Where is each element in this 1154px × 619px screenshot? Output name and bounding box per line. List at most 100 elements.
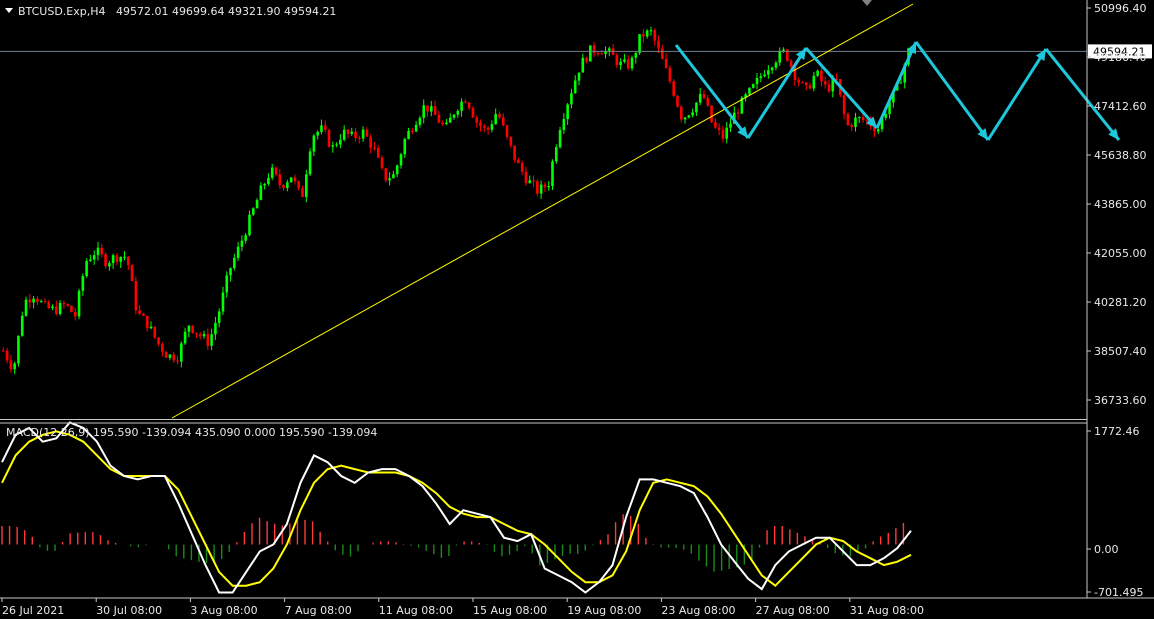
candle-body [339,139,342,145]
candle-body [767,70,770,75]
candle-body [642,34,645,37]
candle-body [17,335,20,364]
candle-body [392,174,395,179]
candle-body [687,115,691,118]
candle-body [191,325,194,333]
candle-body [73,312,77,317]
candle-body [161,343,164,352]
candle-body [51,306,54,309]
candle-body [43,301,47,303]
candle-body [24,299,28,316]
candle-body [346,129,350,134]
candle-body [263,183,266,186]
symbol-title: BTCUSD.Exp,H4 [18,5,106,18]
price-tick-label: 47412.60 [1094,100,1147,113]
time-tick-label: 30 Jul 08:00 [96,604,162,617]
candle-body [475,117,479,123]
candle-body [195,332,198,335]
candle-body [210,334,213,346]
candle-body [369,136,372,148]
candle-body [619,61,622,66]
candle-body [395,165,399,175]
candle-body [278,174,282,186]
time-tick-label: 15 Aug 08:00 [473,604,547,617]
macd-tick-label: 0.00 [1094,543,1119,556]
time-tick-label: 7 Aug 08:00 [285,604,352,617]
candle-body [66,304,69,306]
time-tick-label: 31 Aug 08:00 [850,604,924,617]
candle-body [816,70,819,76]
candle-body [808,85,812,89]
macd-tick-label: 1772.46 [1094,425,1140,438]
candle-body [630,57,634,69]
candle-body [498,113,501,118]
candle-body [770,67,774,71]
candle-body [5,350,9,361]
candle-body [691,112,694,116]
candle-body [58,302,62,315]
candle-body [566,104,569,120]
candle-body [467,102,471,109]
candle-body [289,177,293,183]
candle-body [312,135,316,152]
candle-body [695,102,698,113]
time-tick-label: 3 Aug 08:00 [190,604,257,617]
candle-body [437,114,441,123]
candle-body [778,50,782,63]
candle-body [520,163,524,172]
candle-body [92,255,96,260]
time-tick-label: 27 Aug 08:00 [756,604,830,617]
candle-body [153,326,157,338]
candle-body [89,259,92,262]
price-tick-label: 50996.40 [1094,2,1147,15]
price-tick-label: 49186.40 [1094,51,1147,64]
candle-body [649,30,653,32]
candle-body [736,112,740,114]
candle-body [429,106,433,112]
candle-body [365,129,369,137]
candle-body [115,255,119,262]
candle-body [81,276,85,291]
candle-body [376,147,380,158]
candle-body [323,125,327,131]
candle-body [774,62,778,68]
candle-body [645,30,649,37]
macd-label: MACD(12,26,9) 195.590 -139.094 435.090 0… [6,426,377,439]
candle-body [876,129,880,132]
candle-body [2,350,5,352]
candle-body [850,125,853,127]
candle-body [789,60,793,67]
candle-body [608,48,611,51]
candle-body [206,333,210,346]
candle-body [452,114,456,118]
chart-background [0,0,1154,619]
candle-body [573,80,577,94]
candle-body [130,265,134,282]
candle-body [528,180,532,184]
candle-body [388,178,391,181]
candle-body [698,93,702,103]
candle-body [13,363,16,370]
candle-body [229,268,232,276]
price-tick-label: 38507.40 [1094,345,1147,358]
candle-body [547,185,550,188]
candle-body [857,117,861,119]
candle-body [251,208,255,215]
candle-body [55,306,58,315]
time-tick-label: 23 Aug 08:00 [661,604,735,617]
candle-body [335,144,338,146]
candle-body [797,80,800,83]
candle-body [168,354,172,358]
candle-body [456,110,460,115]
candle-body [592,45,596,54]
candle-body [721,129,725,139]
candle-body [331,145,335,147]
candle-body [763,74,766,77]
price-tick-label: 42055.00 [1094,247,1147,260]
chart-window: 49594.21 50996.4049186.4047412.6045638.8… [0,0,1154,619]
candle-body [350,131,354,134]
candle-body [524,171,528,184]
candle-body [274,167,278,175]
candle-body [123,256,126,258]
macd-tick-label: -701.495 [1094,586,1143,599]
